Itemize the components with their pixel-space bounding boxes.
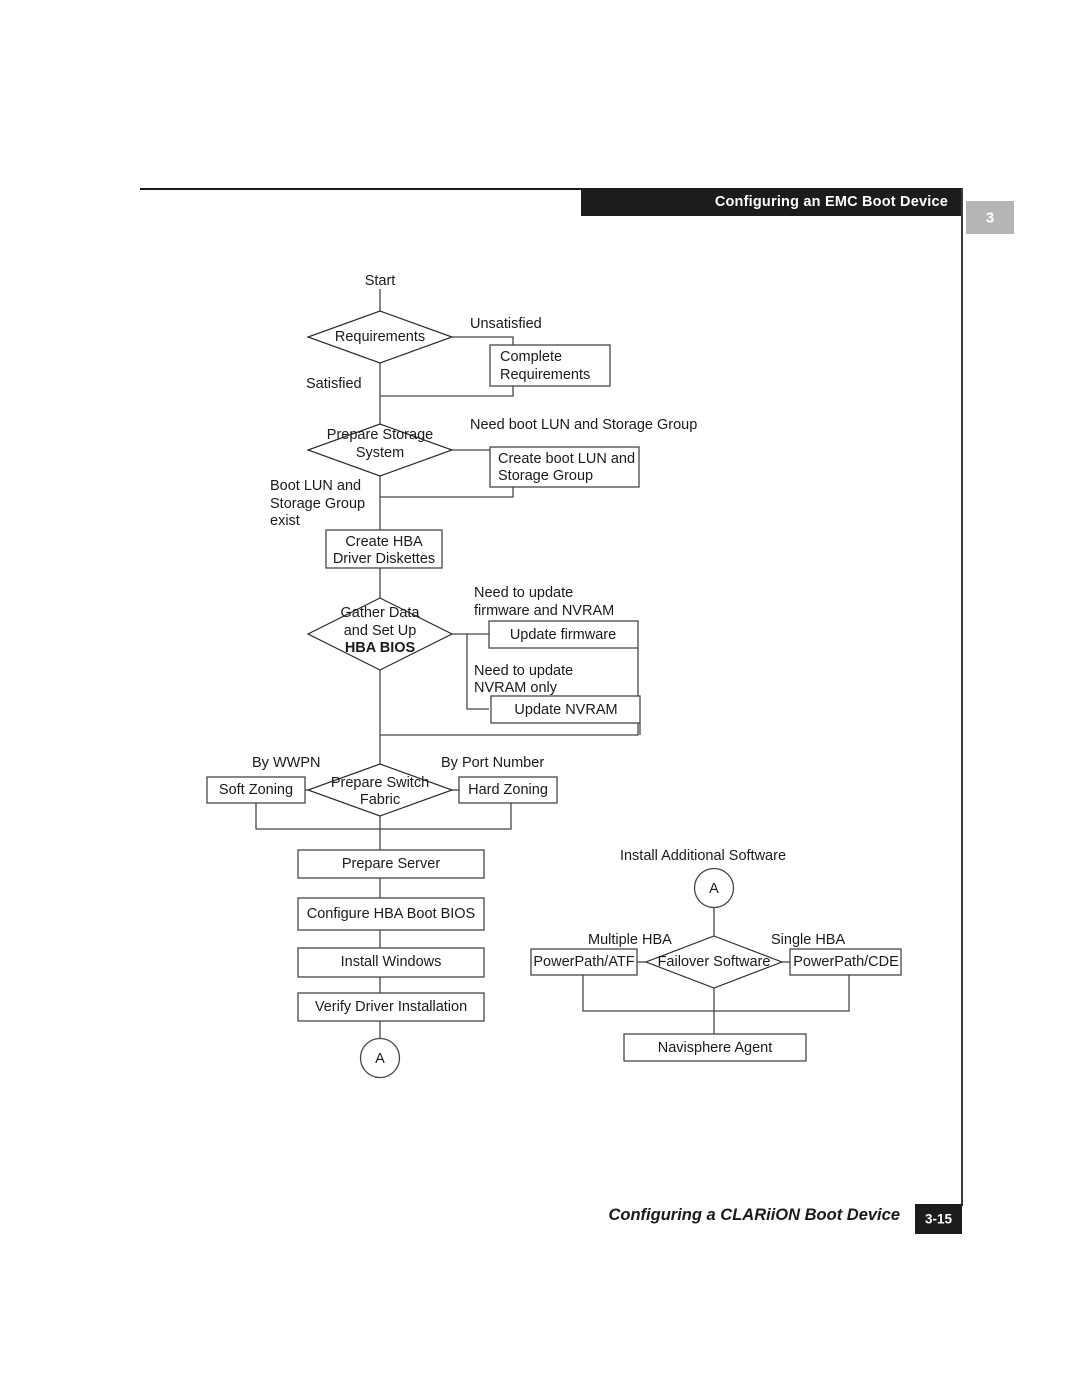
node-prepare-switch-fabric-line2: Fabric xyxy=(360,792,400,808)
node-soft-zoning-label: Soft Zoning xyxy=(219,782,293,798)
node-powerpath-cde-label: PowerPath/CDE xyxy=(793,954,899,970)
node-complete-requirements: Complete Requirements xyxy=(489,344,611,387)
node-configure-hba-boot-bios: Configure HBA Boot BIOS xyxy=(297,897,485,931)
edge-label-single-hba: Single HBA xyxy=(771,932,845,948)
edge-label-multiple-hba: Multiple HBA xyxy=(588,932,672,948)
node-connector-a-left-label: A xyxy=(375,1051,385,1067)
node-create-hba-diskettes-line1: Create HBA xyxy=(345,534,423,550)
node-powerpath-atf: PowerPath/ATF xyxy=(530,948,638,976)
node-install-windows: Install Windows xyxy=(297,947,485,978)
footer-page-number: 3-15 xyxy=(924,1211,953,1227)
node-create-boot-lun-line2: Storage Group xyxy=(498,468,593,484)
node-prepare-switch-fabric: Prepare Switch Fabric xyxy=(306,763,454,817)
edge-label-need-update-nvram-line2: NVRAM only xyxy=(474,680,558,696)
node-navisphere-agent: Navisphere Agent xyxy=(623,1033,807,1062)
node-update-firmware-label: Update firmware xyxy=(510,627,616,643)
node-powerpath-atf-label: PowerPath/ATF xyxy=(533,954,634,970)
edge-label-need-update-nvram-line1: Need to update xyxy=(474,663,573,679)
node-install-windows-label: Install Windows xyxy=(341,954,442,970)
node-configure-hba-boot-bios-label: Configure HBA Boot BIOS xyxy=(307,906,475,922)
node-prepare-switch-fabric-line1: Prepare Switch xyxy=(331,775,429,791)
node-verify-driver-installation-label: Verify Driver Installation xyxy=(315,999,467,1015)
node-requirements: Requirements xyxy=(306,310,454,364)
node-update-nvram-label: Update NVRAM xyxy=(514,702,617,718)
node-update-nvram: Update NVRAM xyxy=(490,695,641,724)
node-prepare-storage-system-line1: Prepare Storage xyxy=(327,427,433,443)
node-create-hba-diskettes-line2: Driver Diskettes xyxy=(333,551,435,567)
node-prepare-storage-system-line2: System xyxy=(356,445,404,461)
node-gather-data-line3: HBA BIOS xyxy=(345,640,416,656)
node-hard-zoning: Hard Zoning xyxy=(458,776,558,804)
edge-label-need-boot-lun: Need boot LUN and Storage Group xyxy=(470,417,697,433)
node-start: Start xyxy=(365,273,396,289)
node-gather-data-line2: and Set Up xyxy=(344,623,417,639)
node-install-additional-software: Install Additional Software xyxy=(620,848,786,864)
footer-title: Configuring a CLARiiON Boot Device xyxy=(608,1206,900,1224)
node-complete-requirements-line1: Complete xyxy=(500,349,562,365)
edge-label-boot-lun-exists-line1: Boot LUN and xyxy=(270,478,361,494)
node-connector-a-right: A xyxy=(693,867,735,909)
node-hard-zoning-label: Hard Zoning xyxy=(468,782,548,798)
edge-label-by-port-number: By Port Number xyxy=(441,755,544,771)
node-powerpath-cde: PowerPath/CDE xyxy=(789,948,902,976)
node-complete-requirements-line2: Requirements xyxy=(500,367,590,383)
node-prepare-server: Prepare Server xyxy=(297,849,485,879)
edge-label-unsatisfied: Unsatisfied xyxy=(470,316,542,332)
node-soft-zoning: Soft Zoning xyxy=(206,776,306,804)
node-verify-driver-installation: Verify Driver Installation xyxy=(297,992,485,1022)
node-failover-software-label: Failover Software xyxy=(658,954,771,970)
document-page: Configuring an EMC Boot Device 3 Start R… xyxy=(0,0,1080,1397)
edge-label-satisfied: Satisfied xyxy=(306,376,362,392)
node-update-firmware: Update firmware xyxy=(488,620,639,649)
node-prepare-storage-system: Prepare Storage System xyxy=(306,423,454,477)
edge-label-need-update-fw-line1: Need to update xyxy=(474,585,573,601)
node-create-hba-diskettes: Create HBA Driver Diskettes xyxy=(325,529,443,569)
footer-page-block: 3-15 xyxy=(915,1204,962,1234)
node-create-boot-lun-line1: Create boot LUN and xyxy=(498,451,635,467)
edge-label-need-update-fw-line2: firmware and NVRAM xyxy=(474,603,614,619)
node-create-boot-lun: Create boot LUN and Storage Group xyxy=(489,446,640,488)
node-prepare-server-label: Prepare Server xyxy=(342,856,440,872)
edge-label-by-wwpn: By WWPN xyxy=(252,755,320,771)
edge-label-boot-lun-exists-line2: Storage Group xyxy=(270,496,365,512)
node-requirements-label: Requirements xyxy=(335,329,425,345)
flowchart-diagram: Start Requirements Unsatisfied Complete … xyxy=(206,273,902,1079)
node-connector-a-left: A xyxy=(359,1037,401,1079)
node-navisphere-agent-label: Navisphere Agent xyxy=(658,1040,772,1056)
node-connector-a-right-label: A xyxy=(709,881,719,897)
node-gather-data-line1: Gather Data xyxy=(341,605,421,621)
node-gather-data: Gather Data and Set Up HBA BIOS xyxy=(306,597,454,671)
edge-label-boot-lun-exists-line3: exist xyxy=(270,513,300,529)
